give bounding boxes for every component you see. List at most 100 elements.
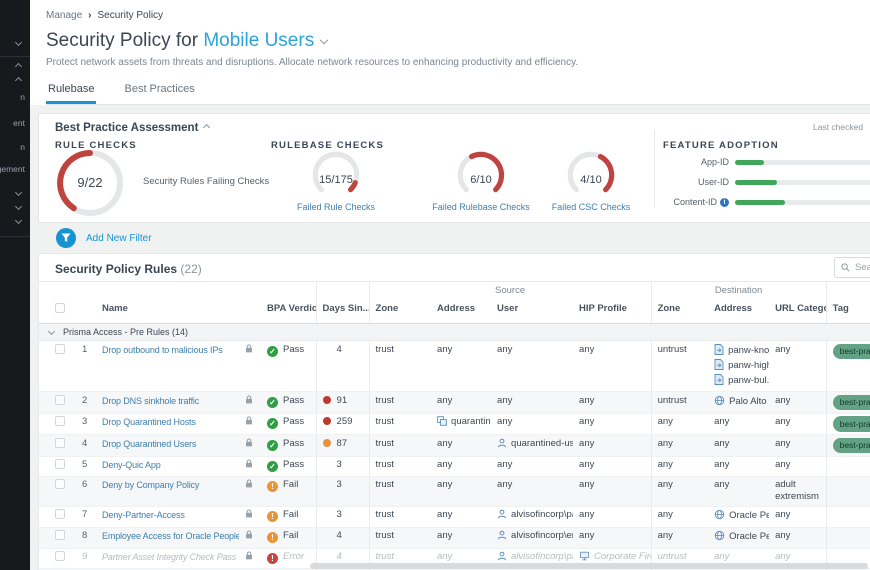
rule-name-link[interactable]: Partner Asset Integrity Check Pass [102, 552, 236, 562]
feature-adoption-label: FEATURE ADOPTION [663, 140, 779, 151]
row-checkbox[interactable] [55, 459, 65, 469]
chevron-down-icon[interactable] [15, 39, 22, 46]
tag-badge: best-practice [833, 395, 870, 411]
column-header-bpa-verdict[interactable]: BPA Verdict [261, 299, 316, 324]
column-header-name[interactable]: Name [96, 299, 239, 324]
row-checkbox[interactable] [55, 551, 65, 561]
page-subtitle: Protect network assets from threats and … [46, 57, 870, 68]
rule-group-row[interactable]: Prisma Access - Pre Rules (14) [39, 324, 870, 341]
last-checked-label: Last checked [813, 122, 863, 132]
sidebar-item-label[interactable]: gement [0, 164, 25, 174]
row-checkbox[interactable] [55, 509, 65, 519]
rule-name-link[interactable]: Employee Access for Oracle PeopleSoft [102, 531, 239, 541]
content-area: Best Practice Assessment Last checked RU… [30, 105, 870, 570]
column-header-url-category[interactable]: URL Category [769, 299, 826, 324]
column-group-spacer [316, 282, 369, 300]
filter-icon [61, 233, 71, 243]
search-icon [841, 263, 850, 272]
add-new-filter-label[interactable]: Add New Filter [86, 233, 152, 244]
breadcrumb-manage[interactable]: Manage [46, 10, 82, 21]
add-filter-button[interactable] [56, 228, 76, 248]
search-input[interactable] [855, 262, 870, 273]
tag-badge: best-practice [833, 438, 870, 454]
rule-name-link[interactable]: Drop DNS sinkhole traffic [102, 396, 199, 406]
gauge-caption-link[interactable]: Failed Rule Checks [281, 202, 391, 212]
table-row: 6Deny by Company Policy!Fail3trustanyany… [39, 476, 870, 506]
chevron-down-icon[interactable] [15, 203, 22, 210]
tab-rulebase[interactable]: Rulebase [46, 79, 96, 104]
collapse-icon[interactable] [203, 124, 210, 131]
table-row: 3Drop Quarantined Hosts✓Pass259trustquar… [39, 413, 870, 435]
rule-name-link[interactable]: Deny by Company Policy [102, 480, 199, 490]
rule-checks-gauge: 9/22 [55, 148, 125, 218]
bpa-verdict-pass-icon: ✓ [267, 397, 278, 408]
row-checkbox[interactable] [55, 344, 65, 354]
chevron-down-icon[interactable] [320, 36, 328, 44]
left-nav-sidebar[interactable]: n ent n gement [0, 0, 30, 570]
scope-selector[interactable]: Mobile Users [203, 30, 314, 51]
sidebar-item-label[interactable]: n [20, 92, 25, 102]
column-header-address[interactable]: Address [431, 299, 491, 324]
row-checkbox[interactable] [55, 416, 65, 426]
sidebar-item-label[interactable]: ent [13, 118, 25, 128]
lock-icon [245, 416, 253, 425]
column-header-3 [239, 299, 261, 324]
column-header-zone[interactable]: Zone [369, 299, 431, 324]
table-row: 7Deny-Partner-Access!Fail3trustanyalviso… [39, 506, 870, 527]
tab-bar: Rulebase Best Practices [46, 79, 870, 105]
lock-icon [245, 438, 253, 447]
column-header-0 [39, 299, 76, 324]
feature-adoption-row: User-ID [663, 176, 870, 188]
rule-name-link[interactable]: Drop Quarantined Users [102, 439, 196, 449]
row-checkbox[interactable] [55, 530, 65, 540]
tag-badge: best-practice [833, 416, 870, 432]
tab-best-practices[interactable]: Best Practices [122, 79, 196, 104]
gauge-caption-link[interactable]: Failed CSC Checks [536, 202, 646, 212]
rulebase-gauge: 15/175 [307, 150, 365, 198]
chevron-down-icon[interactable] [15, 217, 22, 224]
assessment-title[interactable]: Best Practice Assessment [55, 122, 209, 134]
feature-adoption-row: App-ID [663, 156, 870, 168]
column-header-tag[interactable]: Tag [826, 299, 870, 324]
info-icon[interactable]: i [720, 198, 729, 207]
search-box[interactable] [834, 257, 870, 278]
column-header-user[interactable]: User [491, 299, 573, 324]
lock-icon [245, 551, 253, 560]
bpa-verdict-fail-icon: ! [267, 532, 278, 543]
filter-bar: Add New Filter [38, 223, 870, 253]
row-checkbox[interactable] [55, 479, 65, 489]
rule-group-label: Prisma Access - Pre Rules (14) [63, 327, 188, 337]
rules-table: SourceDestinationNameBPA VerdictDays Sin… [39, 281, 870, 570]
feature-adoption-row: Content-IDi [663, 196, 870, 208]
column-header-days-sin-[interactable]: Days Sin... [316, 299, 369, 324]
collapse-group-icon[interactable] [48, 328, 55, 335]
days-alert-dot [323, 417, 331, 425]
horizontal-scrollbar[interactable] [310, 563, 868, 569]
days-alert-dot [323, 439, 331, 447]
column-header-zone[interactable]: Zone [651, 299, 708, 324]
rule-name-link[interactable]: Drop outbound to malicious IPs [102, 345, 223, 355]
feature-progress-bar [735, 160, 870, 165]
gauge-caption-link[interactable]: Failed Rulebase Checks [426, 202, 536, 212]
select-all-checkbox[interactable] [55, 303, 65, 313]
sidebar-item-label[interactable]: n [20, 142, 25, 152]
chevron-up-icon[interactable] [15, 77, 22, 84]
row-checkbox[interactable] [55, 438, 65, 448]
globe-icon [714, 530, 725, 545]
rule-name-link[interactable]: Deny-Quic App [102, 460, 161, 470]
row-checkbox[interactable] [55, 395, 65, 405]
feature-progress-bar [735, 180, 870, 185]
table-row: 1Drop outbound to malicious IPs✓Pass4tru… [39, 341, 870, 392]
rules-title: Security Policy Rules (22) [55, 262, 202, 276]
rule-name-link[interactable]: Drop Quarantined Hosts [102, 417, 196, 427]
bpa-verdict-pass-icon: ✓ [267, 440, 278, 451]
chevron-up-icon[interactable] [15, 63, 22, 70]
column-header-hip-profile[interactable]: HIP Profile [573, 299, 651, 324]
user-icon [497, 509, 507, 523]
rules-count: (22) [180, 262, 201, 276]
chevron-down-icon[interactable] [15, 189, 22, 196]
rule-name-link[interactable]: Deny-Partner-Access [102, 510, 185, 520]
column-header-address[interactable]: Address [708, 299, 769, 324]
security-policy-rules-panel: Security Policy Rules (22) SourceDestina… [38, 253, 870, 570]
breadcrumb: Manage›Security Policy [46, 10, 870, 21]
